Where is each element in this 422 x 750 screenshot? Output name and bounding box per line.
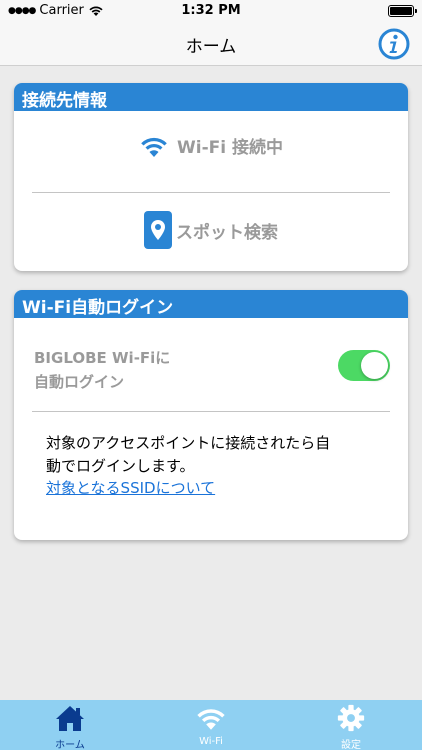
auto-login-label-line1: BIGLOBE Wi-Fiに — [34, 349, 171, 367]
divider — [32, 192, 390, 193]
page-title: ホーム — [185, 37, 237, 57]
tab-home-label: ホーム — [55, 740, 85, 750]
connection-card-header: 接続先情報 — [14, 83, 408, 111]
wifi-status-row: Wi-Fi 接続中 — [14, 133, 408, 158]
info-icon — [378, 28, 410, 60]
toggle-knob — [361, 352, 388, 379]
tab-wifi[interactable]: Wi-Fi — [171, 704, 251, 747]
divider — [32, 411, 390, 412]
tab-home[interactable]: ホーム — [30, 704, 110, 750]
tab-settings[interactable]: 設定 — [311, 704, 391, 750]
auto-login-toggle[interactable] — [338, 350, 390, 381]
status-bar: ●●●● Carrier 1:32 PM — [0, 0, 422, 22]
auto-login-label: BIGLOBE Wi-Fiに 自動ログイン — [34, 346, 170, 394]
home-icon — [56, 706, 84, 731]
tab-settings-label: 設定 — [341, 740, 361, 750]
tab-bar: ホーム Wi-Fi 設定 — [0, 700, 422, 750]
wifi-icon — [197, 709, 225, 730]
spot-search-button[interactable]: スポット検索 — [14, 211, 408, 249]
info-button[interactable] — [378, 28, 410, 60]
wifi-icon — [141, 137, 167, 157]
auto-login-description: 対象のアクセスポイントに接続されたら自 動でログインします。 — [46, 432, 386, 478]
auto-login-card-header: Wi-Fi自動ログイン — [14, 290, 408, 318]
connection-info-card: 接続先情報 Wi-Fi 接続中 スポット検索 — [14, 83, 408, 271]
map-pin-icon — [144, 211, 172, 249]
spot-search-label: スポット検索 — [176, 222, 278, 243]
auto-login-card: Wi-Fi自動ログイン BIGLOBE Wi-Fiに 自動ログイン 対象のアクセ… — [14, 290, 408, 540]
description-line1: 対象のアクセスポイントに接続されたら自 — [46, 434, 331, 452]
description-line2: 動でログインします。 — [46, 457, 195, 475]
ssid-info-link[interactable]: 対象となるSSIDについて — [46, 477, 215, 498]
tab-wifi-label: Wi-Fi — [199, 736, 223, 747]
gear-icon — [337, 704, 365, 732]
auto-login-label-line2: 自動ログイン — [34, 373, 125, 391]
status-time: 1:32 PM — [181, 3, 241, 18]
navigation-bar: ホーム — [0, 22, 422, 66]
wifi-status-label: Wi-Fi 接続中 — [177, 138, 283, 158]
battery-icon — [388, 5, 417, 17]
